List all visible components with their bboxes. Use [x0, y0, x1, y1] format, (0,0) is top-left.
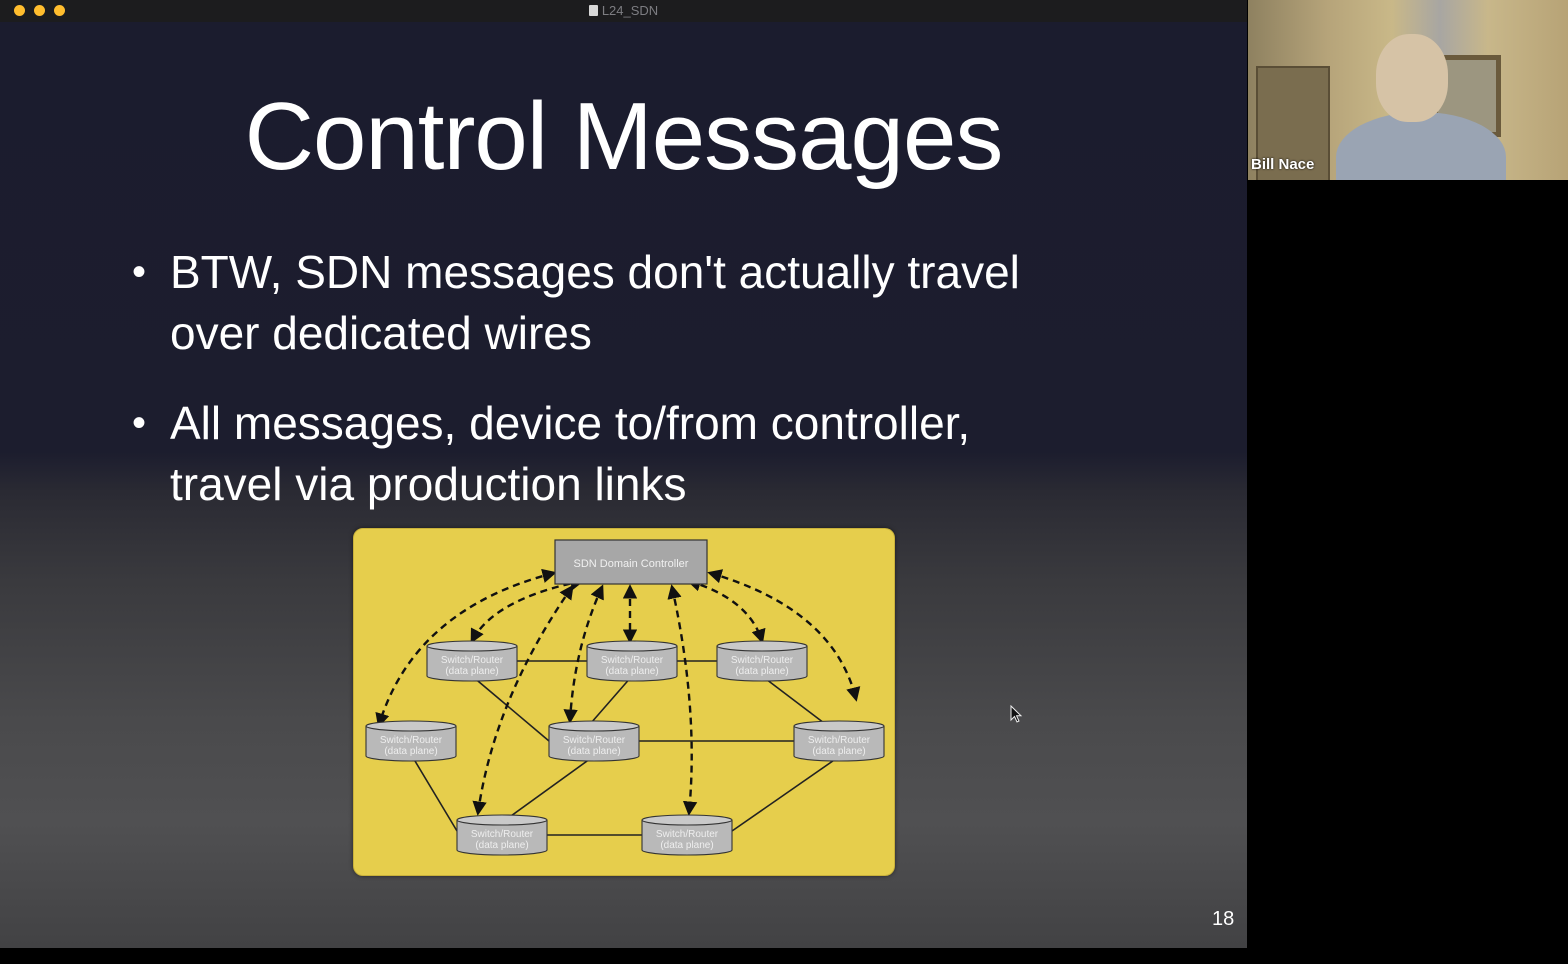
bottom-strip — [0, 948, 1247, 964]
node-label: Switch/Router — [731, 655, 794, 666]
sdn-controller-box: SDN Domain Controller — [554, 539, 708, 585]
node-label: Switch/Router — [656, 829, 719, 840]
node-label: (data plane) — [735, 666, 788, 677]
switch-router-node: Switch/Router(data plane) — [716, 640, 808, 682]
switch-router-node: Switch/Router(data plane) — [548, 720, 640, 762]
window-title-text: L24_SDN — [601, 3, 659, 18]
node-label: (data plane) — [445, 666, 498, 677]
control-path — [667, 584, 698, 816]
switch-router-node: Switch/Router(data plane) — [456, 814, 548, 856]
link-line — [471, 675, 550, 742]
bullet-icon: • — [132, 250, 147, 294]
participant-video-tile[interactable] — [1248, 0, 1568, 180]
window-titlebar: L24_SDN — [0, 0, 1247, 23]
slide-page-number: 18 — [1212, 908, 1235, 930]
slide-title: Control Messages — [244, 83, 1004, 190]
node-label: (data plane) — [475, 840, 528, 851]
link-line — [411, 755, 458, 832]
switch-router-nodes: Switch/Router(data plane)Switch/Router(d… — [365, 640, 885, 856]
network-diagram-svg: SDN Domain Controller Switch/Router(data… — [365, 539, 885, 856]
node-label: Switch/Router — [601, 655, 664, 666]
switch-router-node: Switch/Router(data plane) — [365, 720, 457, 762]
node-label: (data plane) — [605, 666, 658, 677]
switch-router-node: Switch/Router(data plane) — [586, 640, 678, 682]
node-label: (data plane) — [812, 746, 865, 757]
node-label: Switch/Router — [380, 735, 443, 746]
bullet-text-line: travel via production links — [170, 458, 687, 510]
node-label: Switch/Router — [808, 735, 871, 746]
mouse-pointer-icon — [1010, 705, 1023, 723]
presentation-slide: Control Messages • BTW, SDN messages don… — [0, 22, 1247, 948]
bullet-text-line: BTW, SDN messages don't actually travel — [170, 246, 1020, 298]
bullet-item: • BTW, SDN messages don't actually trave… — [132, 242, 1170, 364]
node-label: Switch/Router — [471, 829, 534, 840]
node-label: (data plane) — [660, 840, 713, 851]
control-path — [470, 576, 585, 644]
document-icon — [588, 5, 598, 16]
switch-router-node: Switch/Router(data plane) — [641, 814, 733, 856]
switch-router-node: Switch/Router(data plane) — [426, 640, 518, 682]
link-line — [731, 755, 841, 832]
switch-router-node: Switch/Router(data plane) — [793, 720, 885, 762]
window-title: L24_SDN — [0, 3, 1247, 18]
control-path — [472, 584, 574, 816]
control-path — [686, 577, 766, 644]
link-line — [503, 755, 595, 822]
node-label: (data plane) — [567, 746, 620, 757]
participant-avatar — [1376, 34, 1448, 122]
sdn-network-diagram: SDN Domain Controller Switch/Router (data… — [353, 528, 895, 876]
participant-name: Bill Nace — [1251, 156, 1315, 173]
bullet-icon: • — [132, 401, 147, 445]
bullet-text-line: All messages, device to/from controller, — [170, 397, 971, 449]
bullet-text-line: over dedicated wires — [170, 307, 592, 359]
node-label: (data plane) — [384, 746, 437, 757]
bullet-item: • All messages, device to/from controlle… — [132, 393, 1170, 515]
link-line — [590, 675, 633, 724]
node-label: Switch/Router — [563, 735, 626, 746]
node-label: Switch/Router — [441, 655, 504, 666]
link-line — [761, 675, 825, 724]
controller-label: SDN Domain Controller — [574, 558, 689, 570]
